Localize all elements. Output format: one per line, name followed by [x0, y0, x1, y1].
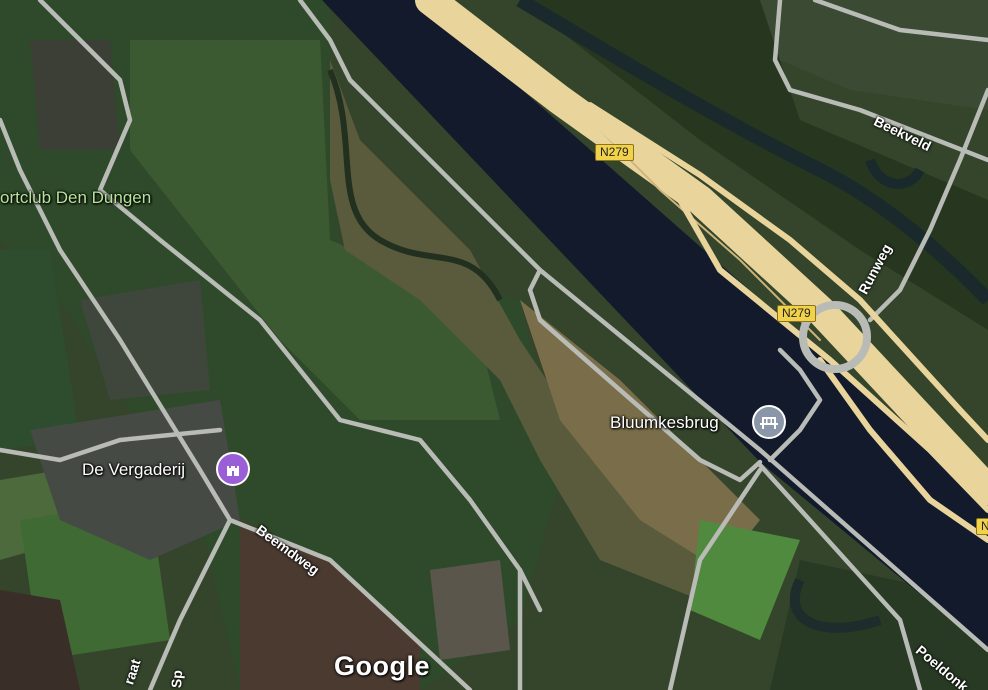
place-label-vergaderij[interactable]: De Vergaderij [82, 460, 185, 480]
n279-shield-edge[interactable]: N [976, 518, 988, 535]
road-label-partial-sp[interactable]: Sp [168, 670, 185, 689]
n279-shield-junction[interactable]: N279 [777, 305, 816, 322]
n279-shield-north[interactable]: N279 [595, 144, 634, 161]
bridge-glyph [760, 417, 778, 429]
bridge-icon[interactable] [752, 405, 786, 439]
castle-glyph [227, 466, 239, 476]
place-label-sportclub[interactable]: ortclub Den Dungen [0, 188, 151, 208]
place-label-bluumkesbrug[interactable]: Bluumkesbrug [610, 413, 719, 433]
satellite-imagery [0, 0, 988, 690]
castle-icon[interactable] [216, 452, 250, 486]
google-logo: Google [334, 651, 430, 681]
map-view[interactable]: N279 N279 N Beekveld Runweg Beemdweg Poe… [0, 0, 988, 690]
